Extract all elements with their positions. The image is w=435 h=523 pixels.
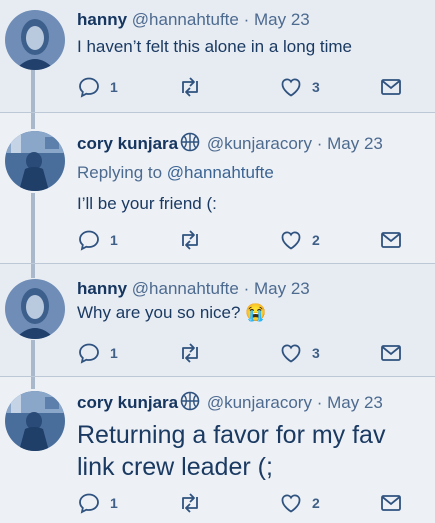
avatar[interactable]	[5, 391, 65, 451]
display-name[interactable]: cory kunjara	[77, 134, 178, 153]
retweet-icon	[177, 75, 203, 99]
replying-to: Replying to @hannahtufte	[77, 163, 274, 183]
tweet-date[interactable]: May 23	[254, 279, 310, 298]
emoji: 😭	[245, 303, 267, 322]
replying-to-handle[interactable]: @hannahtufte	[167, 163, 274, 182]
reply-icon	[77, 75, 101, 99]
direct-message-button[interactable]	[379, 227, 403, 253]
direct-message-button[interactable]	[379, 490, 403, 516]
reply-button[interactable]: 1	[77, 340, 118, 366]
heart-icon	[279, 341, 303, 365]
reply-button[interactable]: 1	[77, 74, 118, 100]
action-bar: 1 3	[77, 74, 407, 100]
reply-icon	[77, 341, 101, 365]
like-count: 3	[312, 79, 320, 95]
tweet[interactable]: cory kunjara @kunjaracory · May 23 Retur…	[0, 377, 435, 523]
like-count: 2	[312, 495, 320, 511]
tweet-text-line: Why are you so nice? 😭	[77, 303, 266, 323]
tweet[interactable]: hanny @hannahtufte · May 23 I haven’t fe…	[0, 0, 435, 112]
separator-dot: ·	[316, 393, 323, 412]
basketball-icon	[180, 391, 200, 416]
reply-count: 1	[110, 495, 118, 511]
tweet-date[interactable]: May 23	[327, 134, 383, 153]
action-bar: 1 3	[77, 340, 407, 366]
envelope-icon	[379, 491, 403, 515]
like-count: 3	[312, 345, 320, 361]
like-button[interactable]: 2	[279, 490, 320, 516]
tweet-text: I’ll be your friend (:	[77, 194, 217, 213]
retweet-icon	[177, 491, 203, 515]
thread-line	[31, 264, 35, 278]
envelope-icon	[379, 75, 403, 99]
user-handle[interactable]: @kunjaracory	[207, 134, 312, 153]
envelope-icon	[379, 228, 403, 252]
separator-dot: ·	[243, 279, 250, 298]
thread-line	[31, 113, 35, 129]
user-handle[interactable]: @hannahtufte	[132, 279, 239, 298]
reply-count: 1	[110, 345, 118, 361]
retweet-button[interactable]	[177, 490, 212, 516]
display-name[interactable]: hanny	[77, 10, 127, 29]
tweet-date[interactable]: May 23	[327, 393, 383, 412]
direct-message-button[interactable]	[379, 340, 403, 366]
tweet-date[interactable]: May 23	[254, 10, 310, 29]
retweet-icon	[177, 341, 203, 365]
like-button[interactable]: 3	[279, 340, 320, 366]
tweet-header: hanny @hannahtufte · May 23	[77, 279, 310, 299]
like-count: 2	[312, 232, 320, 248]
direct-message-button[interactable]	[379, 74, 403, 100]
avatar[interactable]	[5, 10, 65, 70]
tweet-header: hanny @hannahtufte · May 23	[77, 10, 310, 30]
separator-dot: ·	[243, 10, 250, 29]
basketball-icon	[180, 132, 200, 157]
tweet-text: Returning a favor for my fav link crew l…	[77, 421, 386, 481]
thread-line	[31, 193, 35, 263]
replying-prefix: Replying to	[77, 163, 163, 182]
display-name[interactable]: hanny	[77, 279, 127, 298]
like-button[interactable]: 3	[279, 74, 320, 100]
thread-line	[31, 377, 35, 389]
tweet[interactable]: cory kunjara @kunjaracory · May 23 Reply…	[0, 113, 435, 263]
avatar[interactable]	[5, 131, 65, 191]
reply-button[interactable]: 1	[77, 490, 118, 516]
user-handle[interactable]: @kunjaracory	[207, 393, 312, 412]
tweet-text: Why are you so nice?	[77, 303, 241, 322]
like-button[interactable]: 2	[279, 227, 320, 253]
heart-icon	[279, 75, 303, 99]
reply-icon	[77, 491, 101, 515]
tweet-header: cory kunjara @kunjaracory · May 23	[77, 391, 383, 416]
action-bar: 1 2	[77, 227, 407, 253]
user-handle[interactable]: @hannahtufte	[132, 10, 239, 29]
reply-icon	[77, 228, 101, 252]
retweet-button[interactable]	[177, 340, 212, 366]
action-bar: 1 2	[77, 490, 407, 516]
reply-count: 1	[110, 232, 118, 248]
heart-icon	[279, 491, 303, 515]
separator-dot: ·	[316, 134, 323, 153]
heart-icon	[279, 228, 303, 252]
envelope-icon	[379, 341, 403, 365]
display-name[interactable]: cory kunjara	[77, 393, 178, 412]
retweet-button[interactable]	[177, 227, 212, 253]
reply-button[interactable]: 1	[77, 227, 118, 253]
retweet-icon	[177, 228, 203, 252]
retweet-button[interactable]	[177, 74, 212, 100]
tweet-text: I haven’t felt this alone in a long time	[77, 37, 352, 56]
tweet-header: cory kunjara @kunjaracory · May 23	[77, 132, 383, 157]
avatar[interactable]	[5, 279, 65, 339]
tweet[interactable]: hanny @hannahtufte · May 23 Why are you …	[0, 264, 435, 376]
thread-line	[31, 340, 35, 376]
thread-line	[31, 70, 35, 112]
reply-count: 1	[110, 79, 118, 95]
